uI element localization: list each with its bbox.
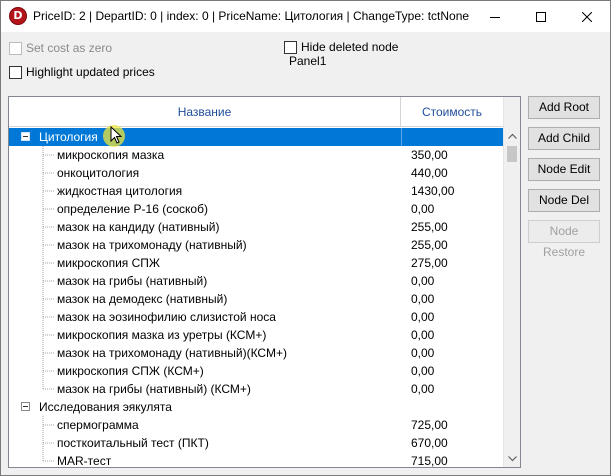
- node-name: мазок на кандиду (нативный): [57, 220, 220, 234]
- node-name: определение Р-16 (соскоб): [57, 202, 208, 216]
- hide-deleted-label: Hide deleted node: [301, 40, 399, 54]
- node-cost: 1430,00: [411, 184, 455, 198]
- highlight-updated-checkbox[interactable]: Highlight updated prices: [9, 65, 155, 79]
- node-name: микроскопия СПЖ: [57, 256, 161, 270]
- set-cost-zero-checkbox[interactable]: Set cost as zero: [9, 41, 112, 55]
- node-name: Исследования эякулята: [39, 400, 172, 414]
- node-name: мазок на демодекс (нативный): [57, 292, 228, 306]
- tree-row[interactable]: определение Р-16 (соскоб) 0,00: [9, 200, 503, 218]
- app-icon[interactable]: D: [9, 7, 27, 25]
- node-name: мазок на трихомонаду (нативный): [57, 238, 247, 252]
- node-name: спермограмма: [57, 418, 139, 432]
- node-cost: 0,00: [411, 328, 435, 342]
- node-edit-button[interactable]: Node Edit: [528, 158, 600, 181]
- tree-row[interactable]: мазок на кандиду (нативный) 255,00: [9, 218, 503, 236]
- collapse-toggle-icon[interactable]: [21, 132, 30, 141]
- checkbox-box[interactable]: [9, 41, 22, 55]
- price-tree[interactable]: Название Стоимость Цитология микроскопия …: [8, 96, 521, 468]
- tree-group-row[interactable]: Цитология: [9, 128, 503, 146]
- tree-row[interactable]: жидкостная цитология 1430,00: [9, 182, 503, 200]
- node-name: микроскопия мазка из уретры (КСМ+): [57, 328, 267, 342]
- tree-row[interactable]: мазок на грибы (нативный) 0,00: [9, 272, 503, 290]
- checkbox-box[interactable]: [284, 40, 297, 54]
- highlight-updated-label: Highlight updated prices: [26, 65, 155, 79]
- node-cost: 725,00: [411, 418, 448, 432]
- node-name: мазок на эозинофилию слизистой носа: [57, 310, 276, 324]
- tree-row[interactable]: мазок на трихомонаду (нативный) 255,00: [9, 236, 503, 254]
- tree-group-row[interactable]: Исследования эякулята: [9, 398, 503, 416]
- node-cost: 670,00: [411, 436, 448, 450]
- node-cost: 0,00: [411, 274, 435, 288]
- node-name: мазок на грибы (нативный): [57, 274, 208, 288]
- collapse-toggle-icon[interactable]: [21, 402, 30, 411]
- node-cost: 0,00: [411, 292, 435, 306]
- tree-row[interactable]: посткоитальный тест (ПКТ) 670,00: [9, 434, 503, 452]
- node-cost: 0,00: [411, 382, 435, 396]
- node-cost: 350,00: [411, 148, 448, 162]
- set-cost-zero-label: Set cost as zero: [26, 41, 113, 55]
- cost-cell: [401, 128, 503, 146]
- close-button[interactable]: [564, 1, 610, 32]
- add-child-button[interactable]: Add Child: [528, 127, 600, 150]
- tree-row[interactable]: микроскопия СПЖ (КСМ+) 0,00: [9, 362, 503, 380]
- node-cost: 715,00: [411, 454, 448, 468]
- node-cost: 0,00: [411, 346, 435, 360]
- node-name: микроскопия мазка: [57, 148, 165, 162]
- node-cost: 255,00: [411, 220, 448, 234]
- node-del-button[interactable]: Node Del: [528, 189, 600, 212]
- node-cost: 0,00: [411, 364, 435, 378]
- node-cost: 275,00: [411, 256, 448, 270]
- checkbox-box[interactable]: [9, 65, 22, 79]
- minimize-button[interactable]: [472, 1, 518, 32]
- vertical-scrollbar[interactable]: [503, 97, 520, 467]
- column-header-name[interactable]: Название: [9, 97, 401, 127]
- scroll-down-button[interactable]: [504, 450, 520, 467]
- node-cost: 440,00: [411, 166, 448, 180]
- tree-row[interactable]: мазок на грибы (нативный) (КСМ+) 0,00: [9, 380, 503, 398]
- maximize-button[interactable]: [518, 1, 564, 32]
- tree-row[interactable]: спермограмма 725,00: [9, 416, 503, 434]
- tree-row[interactable]: MAR-тест 715,00: [9, 452, 503, 468]
- scrollbar-thumb[interactable]: [507, 146, 517, 162]
- node-restore-button[interactable]: Node Restore: [528, 220, 600, 259]
- tree-rows: Цитология микроскопия мазка 350,00 онкоцито…: [9, 128, 503, 468]
- tree-row[interactable]: онкоцитология 440,00: [9, 164, 503, 182]
- node-cost: 0,00: [411, 310, 435, 324]
- tree-row[interactable]: микроскопия мазка 350,00: [9, 146, 503, 164]
- maximize-icon: [536, 11, 546, 22]
- node-name: онкоцитология: [57, 166, 140, 180]
- scroll-up-arrow-icon: [508, 133, 517, 139]
- tree-row[interactable]: мазок на демодекс (нативный) 0,00: [9, 290, 503, 308]
- node-name: микроскопия СПЖ (КСМ+): [57, 364, 204, 378]
- title-bar[interactable]: D PriceID: 2 | DepartID: 0 | index: 0 | …: [1, 1, 610, 32]
- node-name: жидкостная цитология: [57, 184, 183, 198]
- tree-header: Название Стоимость: [9, 97, 503, 127]
- panel-caption: Panel1: [289, 54, 327, 68]
- node-name: посткоитальный тест (ПКТ): [57, 436, 209, 450]
- scroll-down-arrow-icon: [508, 455, 517, 461]
- price-tree-window: D PriceID: 2 | DepartID: 0 | index: 0 | …: [0, 0, 611, 476]
- node-name: мазок на грибы (нативный) (КСМ+): [57, 382, 251, 396]
- window-title: PriceID: 2 | DepartID: 0 | index: 0 | Pr…: [33, 9, 473, 23]
- node-name: Цитология: [39, 130, 98, 144]
- tree-row[interactable]: микроскопия СПЖ 275,00: [9, 254, 503, 272]
- mouse-cursor-icon: [110, 126, 122, 144]
- minimize-icon: [490, 16, 500, 18]
- node-name: MAR-тест: [57, 454, 112, 468]
- node-name: мазок на трихомонаду (нативный)(КСМ+): [57, 346, 287, 360]
- node-cost: 255,00: [411, 238, 448, 252]
- scroll-up-button[interactable]: [504, 127, 520, 144]
- tree-row[interactable]: микроскопия мазка из уретры (КСМ+) 0,00: [9, 326, 503, 344]
- node-cost: 0,00: [411, 202, 435, 216]
- add-root-button[interactable]: Add Root: [528, 96, 600, 119]
- hide-deleted-checkbox[interactable]: Hide deleted node: [284, 40, 398, 54]
- tree-row[interactable]: мазок на эозинофилию слизистой носа 0,00: [9, 308, 503, 326]
- column-header-cost[interactable]: Стоимость: [401, 97, 503, 127]
- close-icon: [582, 11, 592, 22]
- tree-row[interactable]: мазок на трихомонаду (нативный)(КСМ+) 0,0…: [9, 344, 503, 362]
